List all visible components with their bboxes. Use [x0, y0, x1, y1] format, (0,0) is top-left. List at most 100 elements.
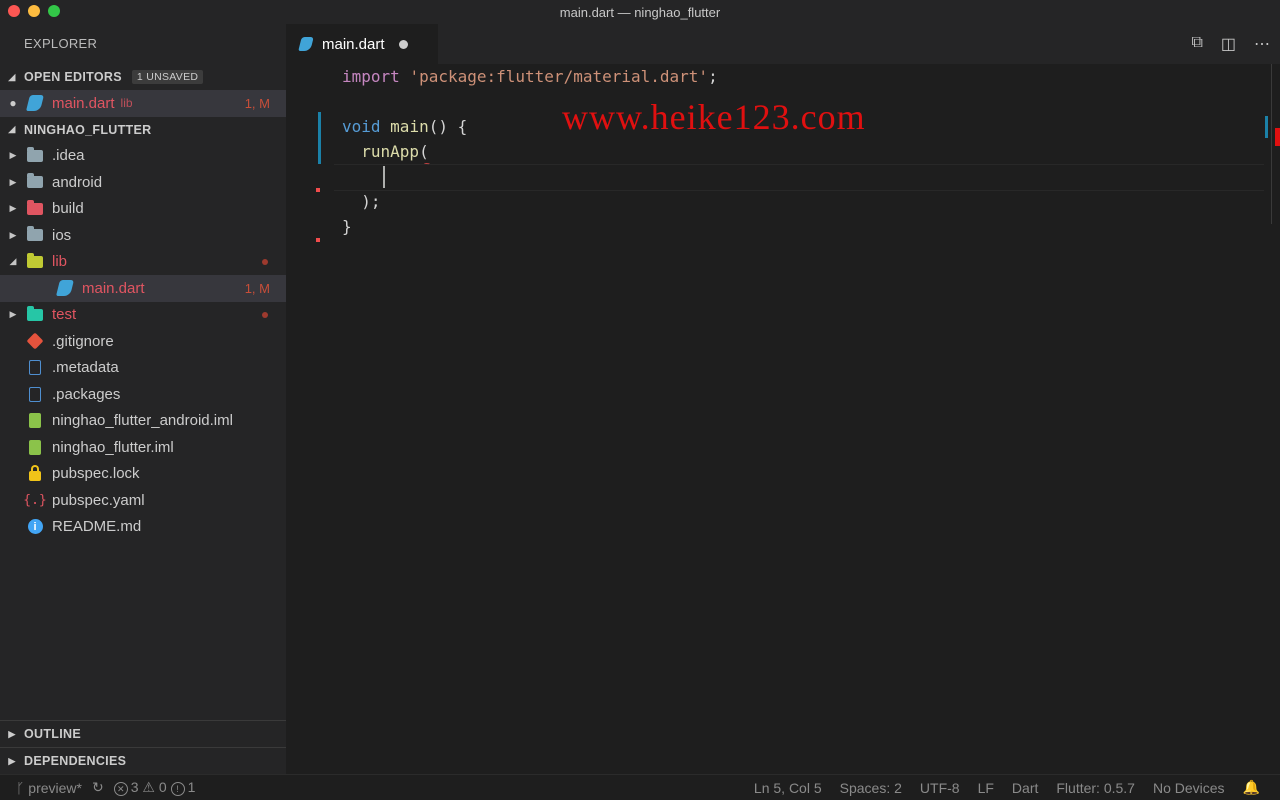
tree-file-pubspec-lock[interactable]: pubspec.lock [0, 461, 286, 488]
open-changes-icon[interactable]: ⧉ [1191, 34, 1202, 54]
git-branch[interactable]: ᚴ preview* [16, 780, 82, 796]
bell-icon[interactable]: 🔔 [1243, 779, 1260, 796]
cursor-position[interactable]: Ln 5, Col 5 [754, 780, 822, 796]
language-mode[interactable]: Dart [1012, 780, 1038, 796]
code-function: main [390, 117, 429, 136]
folder-icon [26, 146, 44, 165]
device-selector[interactable]: No Devices [1153, 780, 1225, 796]
minimize-window-button[interactable] [28, 5, 40, 17]
test-folder-icon [26, 305, 44, 324]
text-cursor [383, 166, 385, 188]
open-editor-item[interactable]: ● main.dart lib 1, M [0, 90, 286, 117]
code-punctuation: ; [708, 67, 718, 86]
chevron-right-icon: ▶ [9, 203, 17, 214]
error-scroll-mark [1275, 128, 1280, 146]
tree-item-label: pubspec.lock [52, 465, 140, 483]
close-window-button[interactable] [8, 5, 20, 17]
lib-folder-icon [26, 252, 44, 271]
dart-file-icon [298, 37, 314, 51]
tree-file-metadata[interactable]: .metadata [0, 355, 286, 382]
chevron-right-icon: ▶ [8, 728, 16, 739]
iml-file-icon [26, 438, 44, 456]
window-controls [8, 5, 60, 17]
tree-folder-android[interactable]: ▶ android [0, 169, 286, 196]
code-line-7: } [342, 214, 718, 239]
code-string: 'package:flutter/material.dart' [409, 67, 709, 86]
tree-item-label: .metadata [52, 359, 119, 377]
unsaved-dot-icon[interactable] [398, 39, 408, 49]
open-editor-filename: main.dart [52, 94, 115, 112]
tree-folder-lib[interactable]: ◢ lib [0, 249, 286, 276]
tree-item-label: test [52, 306, 77, 324]
outline-section[interactable]: ▶ OUTLINE [0, 720, 286, 747]
file-status: 1, M [244, 280, 270, 296]
open-editor-path: lib [120, 96, 133, 111]
tree-file-pubspec-yaml[interactable]: {.} pubspec.yaml [0, 487, 286, 514]
tree-file-android-iml[interactable]: ninghao_flutter_android.iml [0, 408, 286, 435]
tree-item-label: pubspec.yaml [52, 491, 145, 509]
encoding[interactable]: UTF-8 [920, 780, 960, 796]
more-actions-icon[interactable]: ⋯ [1254, 34, 1270, 54]
problems-indicator[interactable]: ✕ 3 ⚠ 0 ! 1 [113, 778, 195, 797]
modified-dot-icon [262, 311, 268, 318]
tree-file-main-dart[interactable]: main.dart 1, M [0, 275, 286, 302]
tree-file-iml[interactable]: ninghao_flutter.iml [0, 434, 286, 461]
info-icon: ! [170, 781, 185, 796]
unsaved-dot-icon[interactable]: ● [0, 96, 26, 110]
dependencies-title: DEPENDENCIES [24, 754, 127, 768]
code-punctuation: } [342, 217, 352, 236]
tree-folder-test[interactable]: ▶ test [0, 302, 286, 329]
outline-title: OUTLINE [24, 727, 81, 741]
code-punctuation: ); [361, 192, 381, 211]
code-keyword: import [342, 67, 400, 86]
error-icon: ✕ [113, 782, 128, 797]
branch-label: preview* [28, 779, 82, 796]
code-line-1: import 'package:flutter/material.dart'; [342, 64, 718, 89]
open-editors-section[interactable]: ◢ OPEN EDITORS 1 UNSAVED [0, 64, 286, 90]
tree-folder-ios[interactable]: ▶ ios [0, 222, 286, 249]
tree-item-label: .idea [52, 147, 85, 165]
chevron-right-icon: ▶ [9, 176, 17, 187]
chevron-right-icon: ▶ [8, 755, 16, 766]
chevron-right-icon: ▶ [9, 150, 17, 161]
code-text[interactable]: import 'package:flutter/material.dart'; … [342, 64, 718, 239]
code-line-6: ); [342, 189, 718, 214]
sync-icon[interactable]: ↻ [92, 779, 104, 796]
code-function: runApp [361, 142, 420, 161]
dependencies-section[interactable]: ▶ DEPENDENCIES [0, 747, 286, 774]
branch-icon: ᚴ [16, 779, 29, 796]
overview-ruler[interactable] [1271, 64, 1272, 224]
tab-bar: main.dart ⧉ ◫ ⋯ [286, 24, 1280, 64]
indentation[interactable]: Spaces: 2 [840, 780, 902, 796]
split-editor-icon[interactable]: ◫ [1221, 34, 1236, 54]
explorer-sidebar: EXPLORER ◢ OPEN EDITORS 1 UNSAVED ● main… [0, 24, 286, 774]
tree-file-readme[interactable]: i README.md [0, 514, 286, 541]
dart-file-icon [56, 279, 74, 297]
iml-file-icon [26, 412, 44, 430]
maximize-window-button[interactable] [48, 5, 60, 17]
lock-icon [26, 465, 44, 483]
bottom-sections: ▶ OUTLINE ▶ DEPENDENCIES [0, 720, 286, 774]
code-punctuation: () { [428, 117, 468, 136]
tree-folder-build[interactable]: ▶ build [0, 196, 286, 223]
project-section[interactable]: ◢ NINGHAO_FLUTTER [0, 117, 286, 143]
flutter-sdk[interactable]: Flutter: 0.5.7 [1056, 780, 1135, 796]
yaml-braces-icon: {.} [23, 492, 47, 508]
file-icon [26, 359, 44, 377]
modified-dot-icon [262, 258, 268, 265]
tree-folder-idea[interactable]: ▶ .idea [0, 143, 286, 170]
chevron-down-icon: ◢ [8, 71, 16, 82]
git-modified-gutter-mark [318, 112, 321, 164]
explorer-header: EXPLORER [24, 36, 98, 51]
vscode-window: main.dart — ninghao_flutter EXPLORER ◢ O… [0, 0, 1280, 800]
end-of-line[interactable]: LF [978, 780, 994, 796]
error-count: 3 [130, 778, 139, 795]
tree-file-gitignore[interactable]: .gitignore [0, 328, 286, 355]
tree-item-label: ninghao_flutter.iml [52, 438, 174, 456]
tab-label: main.dart [322, 35, 385, 53]
build-folder-icon [26, 199, 44, 218]
chevron-down-icon: ◢ [9, 256, 17, 267]
tab-main-dart[interactable]: main.dart [286, 24, 438, 64]
tree-file-packages[interactable]: .packages [0, 381, 286, 408]
